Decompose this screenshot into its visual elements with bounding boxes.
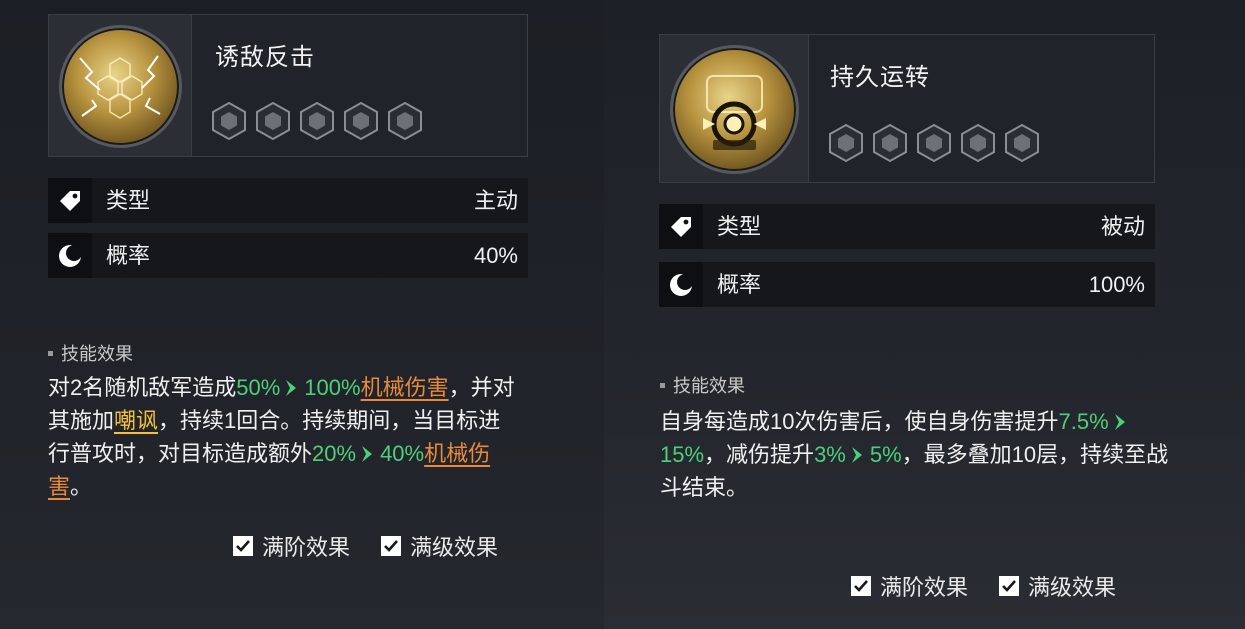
right-skill-name: 持久运转 xyxy=(830,64,930,91)
full-stage-label: 满阶效果 xyxy=(880,575,969,600)
moon-icon xyxy=(48,233,92,278)
empty-star-hex-icon xyxy=(1005,123,1039,163)
right-preview-toggles: 满阶效果 满级效果 xyxy=(850,570,1116,602)
base-value: 3% xyxy=(814,442,846,467)
checkmark-icon xyxy=(999,576,1020,596)
left-preview-toggles: 满阶效果 满级效果 xyxy=(232,530,498,562)
max-value: 5% xyxy=(869,442,902,467)
left-rate-row: 概率 40% xyxy=(48,233,528,278)
full-stage-checkbox[interactable]: 满阶效果 xyxy=(232,530,350,562)
checkmark-icon xyxy=(233,536,253,556)
empty-star-hex-icon xyxy=(300,101,334,141)
right-type-row: 类型 被动 xyxy=(659,204,1155,249)
right-skill-description: 自身每造成10次伤害后，使自身伤害提升7.5%15%，减伤提升3% 5%，最多叠加… xyxy=(660,405,1170,504)
empty-star-hex-icon xyxy=(873,123,907,163)
empty-star-hex-icon xyxy=(256,101,290,141)
empty-star-hex-icon xyxy=(388,101,422,141)
left-skill-star-rating xyxy=(211,101,423,141)
base-value: 50% xyxy=(236,375,281,400)
type-value: 被动 xyxy=(1100,214,1145,239)
left-skill-name: 诱敌反击 xyxy=(215,44,315,71)
right-effect-title: 技能效果 xyxy=(660,372,745,398)
tag-icon xyxy=(48,178,92,223)
left-skill-panel: 诱敌反击 类型 主动 概率 40% 技能效果 对2名随机敌军造成50% 100%机… xyxy=(0,0,604,629)
effect-title-text: 技能效果 xyxy=(673,376,745,396)
right-skill-star-rating xyxy=(828,123,1040,163)
bullet-icon xyxy=(48,350,53,356)
arrow-right-icon xyxy=(1114,414,1125,430)
base-value: 7.5% xyxy=(1058,409,1109,434)
left-effect-title: 技能效果 xyxy=(48,340,133,366)
moon-icon xyxy=(659,262,703,307)
right-rate-row: 概率 100% xyxy=(659,262,1155,307)
type-label: 类型 xyxy=(717,214,762,239)
rate-value: 100% xyxy=(1088,272,1145,297)
left-skill-icon-frame xyxy=(49,15,192,156)
effect-title-text: 技能效果 xyxy=(61,344,133,364)
empty-star-hex-icon xyxy=(917,123,951,163)
empty-star-hex-icon xyxy=(829,123,863,163)
mechanical-damage-keyword[interactable]: 机械伤害 xyxy=(361,375,449,400)
lure-counter-skill-icon[interactable] xyxy=(59,25,182,148)
arrow-right-icon xyxy=(286,380,297,396)
desc-text: 对2名随机敌军造成 xyxy=(48,375,237,400)
empty-star-hex-icon xyxy=(961,123,995,163)
desc-text: 。 xyxy=(70,474,93,499)
full-level-label: 满级效果 xyxy=(1028,575,1117,600)
rate-label: 概率 xyxy=(717,272,762,297)
full-level-checkbox[interactable]: 满级效果 xyxy=(380,530,498,562)
full-level-label: 满级效果 xyxy=(410,535,499,560)
right-skill-icon-frame xyxy=(660,35,809,182)
right-skill-header: 持久运转 xyxy=(659,34,1155,183)
taunt-keyword[interactable]: 嘲讽 xyxy=(114,408,158,433)
checkmark-icon xyxy=(381,536,402,556)
full-stage-checkbox[interactable]: 满阶效果 xyxy=(850,570,968,602)
desc-text: ，减伤提升 xyxy=(704,442,815,467)
full-level-checkbox[interactable]: 满级效果 xyxy=(998,570,1116,602)
left-skill-description: 对2名随机敌军造成50% 100%机械伤害，并对其施加嘲讽，持续1回合。持续期间，… xyxy=(48,371,518,503)
endurance-skill-icon[interactable] xyxy=(670,45,799,174)
rate-value: 40% xyxy=(473,243,518,268)
max-value: 40% xyxy=(380,441,425,466)
empty-star-hex-icon xyxy=(212,101,246,141)
tag-icon xyxy=(659,204,703,249)
right-skill-panel: 持久运转 类型 被动 概率 100% 技能效果 自身每造成10次伤害后，使自身伤… xyxy=(604,0,1245,629)
rate-label: 概率 xyxy=(106,243,151,268)
max-value: 15% xyxy=(660,442,705,467)
base-value: 20% xyxy=(312,441,357,466)
type-value: 主动 xyxy=(473,188,518,213)
left-skill-header: 诱敌反击 xyxy=(48,14,528,157)
bullet-icon xyxy=(660,382,665,388)
arrow-right-icon xyxy=(851,447,862,463)
full-stage-label: 满阶效果 xyxy=(262,535,351,560)
type-label: 类型 xyxy=(106,188,151,213)
arrow-right-icon xyxy=(362,446,373,462)
checkmark-icon xyxy=(851,576,871,596)
empty-star-hex-icon xyxy=(344,101,378,141)
max-value: 100% xyxy=(304,375,361,400)
left-type-row: 类型 主动 xyxy=(48,178,528,223)
desc-text: 自身每造成10次伤害后，使自身伤害提升 xyxy=(660,409,1059,434)
